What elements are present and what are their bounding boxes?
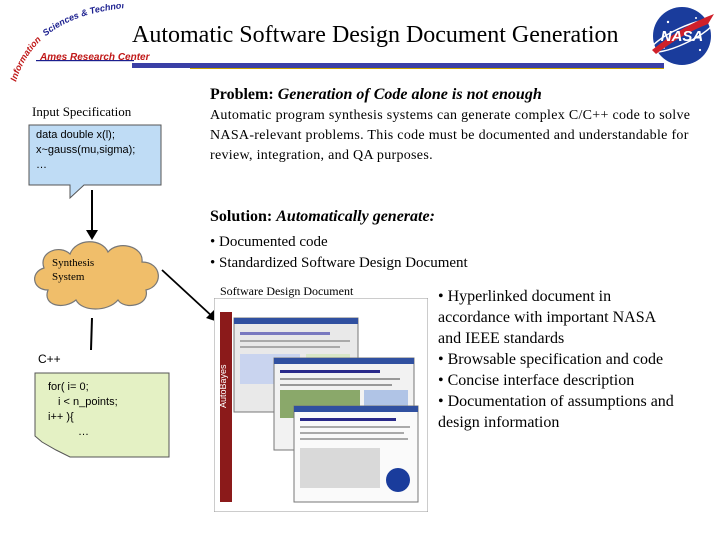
- solution-list: • Documented code • Standardized Softwar…: [210, 232, 468, 274]
- problem-body: Automatic program synthesis systems can …: [210, 108, 691, 163]
- cpp-code: for( i= 0; i < n_points; i++ ){ …: [48, 380, 118, 440]
- logo-arc-text: Information Sciences & Technology: [6, 4, 125, 83]
- svg-text:Information Sciences & T: Information Sciences & Technology: [6, 4, 125, 83]
- benefit-line: and IEEE standards: [438, 330, 565, 347]
- benefit-line: • Concise interface description: [438, 372, 635, 389]
- accent-rule: [190, 68, 664, 69]
- benefit-line: design information: [438, 414, 560, 431]
- benefit-line: • Hyperlinked document in: [438, 288, 612, 305]
- input-spec-label: Input Specification: [32, 104, 132, 119]
- spec-code: data double x(l); x~gauss(mu,sigma); …: [36, 128, 135, 173]
- sdd-label: Software Design Document: [220, 284, 354, 298]
- ames-research-center-text: Ames Research Center: [40, 52, 150, 63]
- spec-line: x~gauss(mu,sigma);: [36, 144, 136, 156]
- synthesis-system-label: Synthesis System: [52, 257, 95, 283]
- synthesis-cloud: [34, 241, 159, 310]
- solution-heading: Solution: Automatically generate:: [210, 208, 435, 225]
- screenshot-side-text: AutoBayes: [218, 364, 228, 408]
- cpp-line: for( i= 0;: [48, 381, 89, 393]
- solution-item: • Documented code: [210, 234, 328, 250]
- spec-line: data double x(l);: [36, 129, 115, 141]
- arrow-to-sdd: [161, 269, 218, 322]
- cpp-line: …: [78, 426, 89, 438]
- nasa-logo: NASA: [650, 7, 714, 65]
- page-title: Automatic Software Design Document Gener…: [132, 22, 619, 48]
- benefit-line: • Browsable specification and code: [438, 351, 664, 368]
- problem-heading: Problem: Generation of Code alone is not…: [210, 86, 542, 103]
- line-to-cpp: [90, 318, 93, 351]
- spec-line: …: [36, 159, 47, 171]
- benefits-list: • Hyperlinked document in accordance wit…: [438, 286, 674, 433]
- ames-logo: Information Sciences & Technology: [6, 4, 134, 83]
- nasa-logo-text: NASA: [661, 28, 704, 45]
- cpp-line: i++ ){: [48, 411, 74, 423]
- solution-item: • Standardized Software Design Document: [210, 255, 468, 271]
- sdd-screenshot: AutoBayes: [214, 298, 428, 512]
- screen-window-3: [293, 405, 419, 503]
- benefit-line: accordance with important NASA: [438, 309, 657, 326]
- benefit-line: • Documentation of assumptions and: [438, 393, 674, 410]
- cpp-label: C++: [38, 352, 61, 366]
- cpp-line: i < n_points;: [58, 396, 118, 408]
